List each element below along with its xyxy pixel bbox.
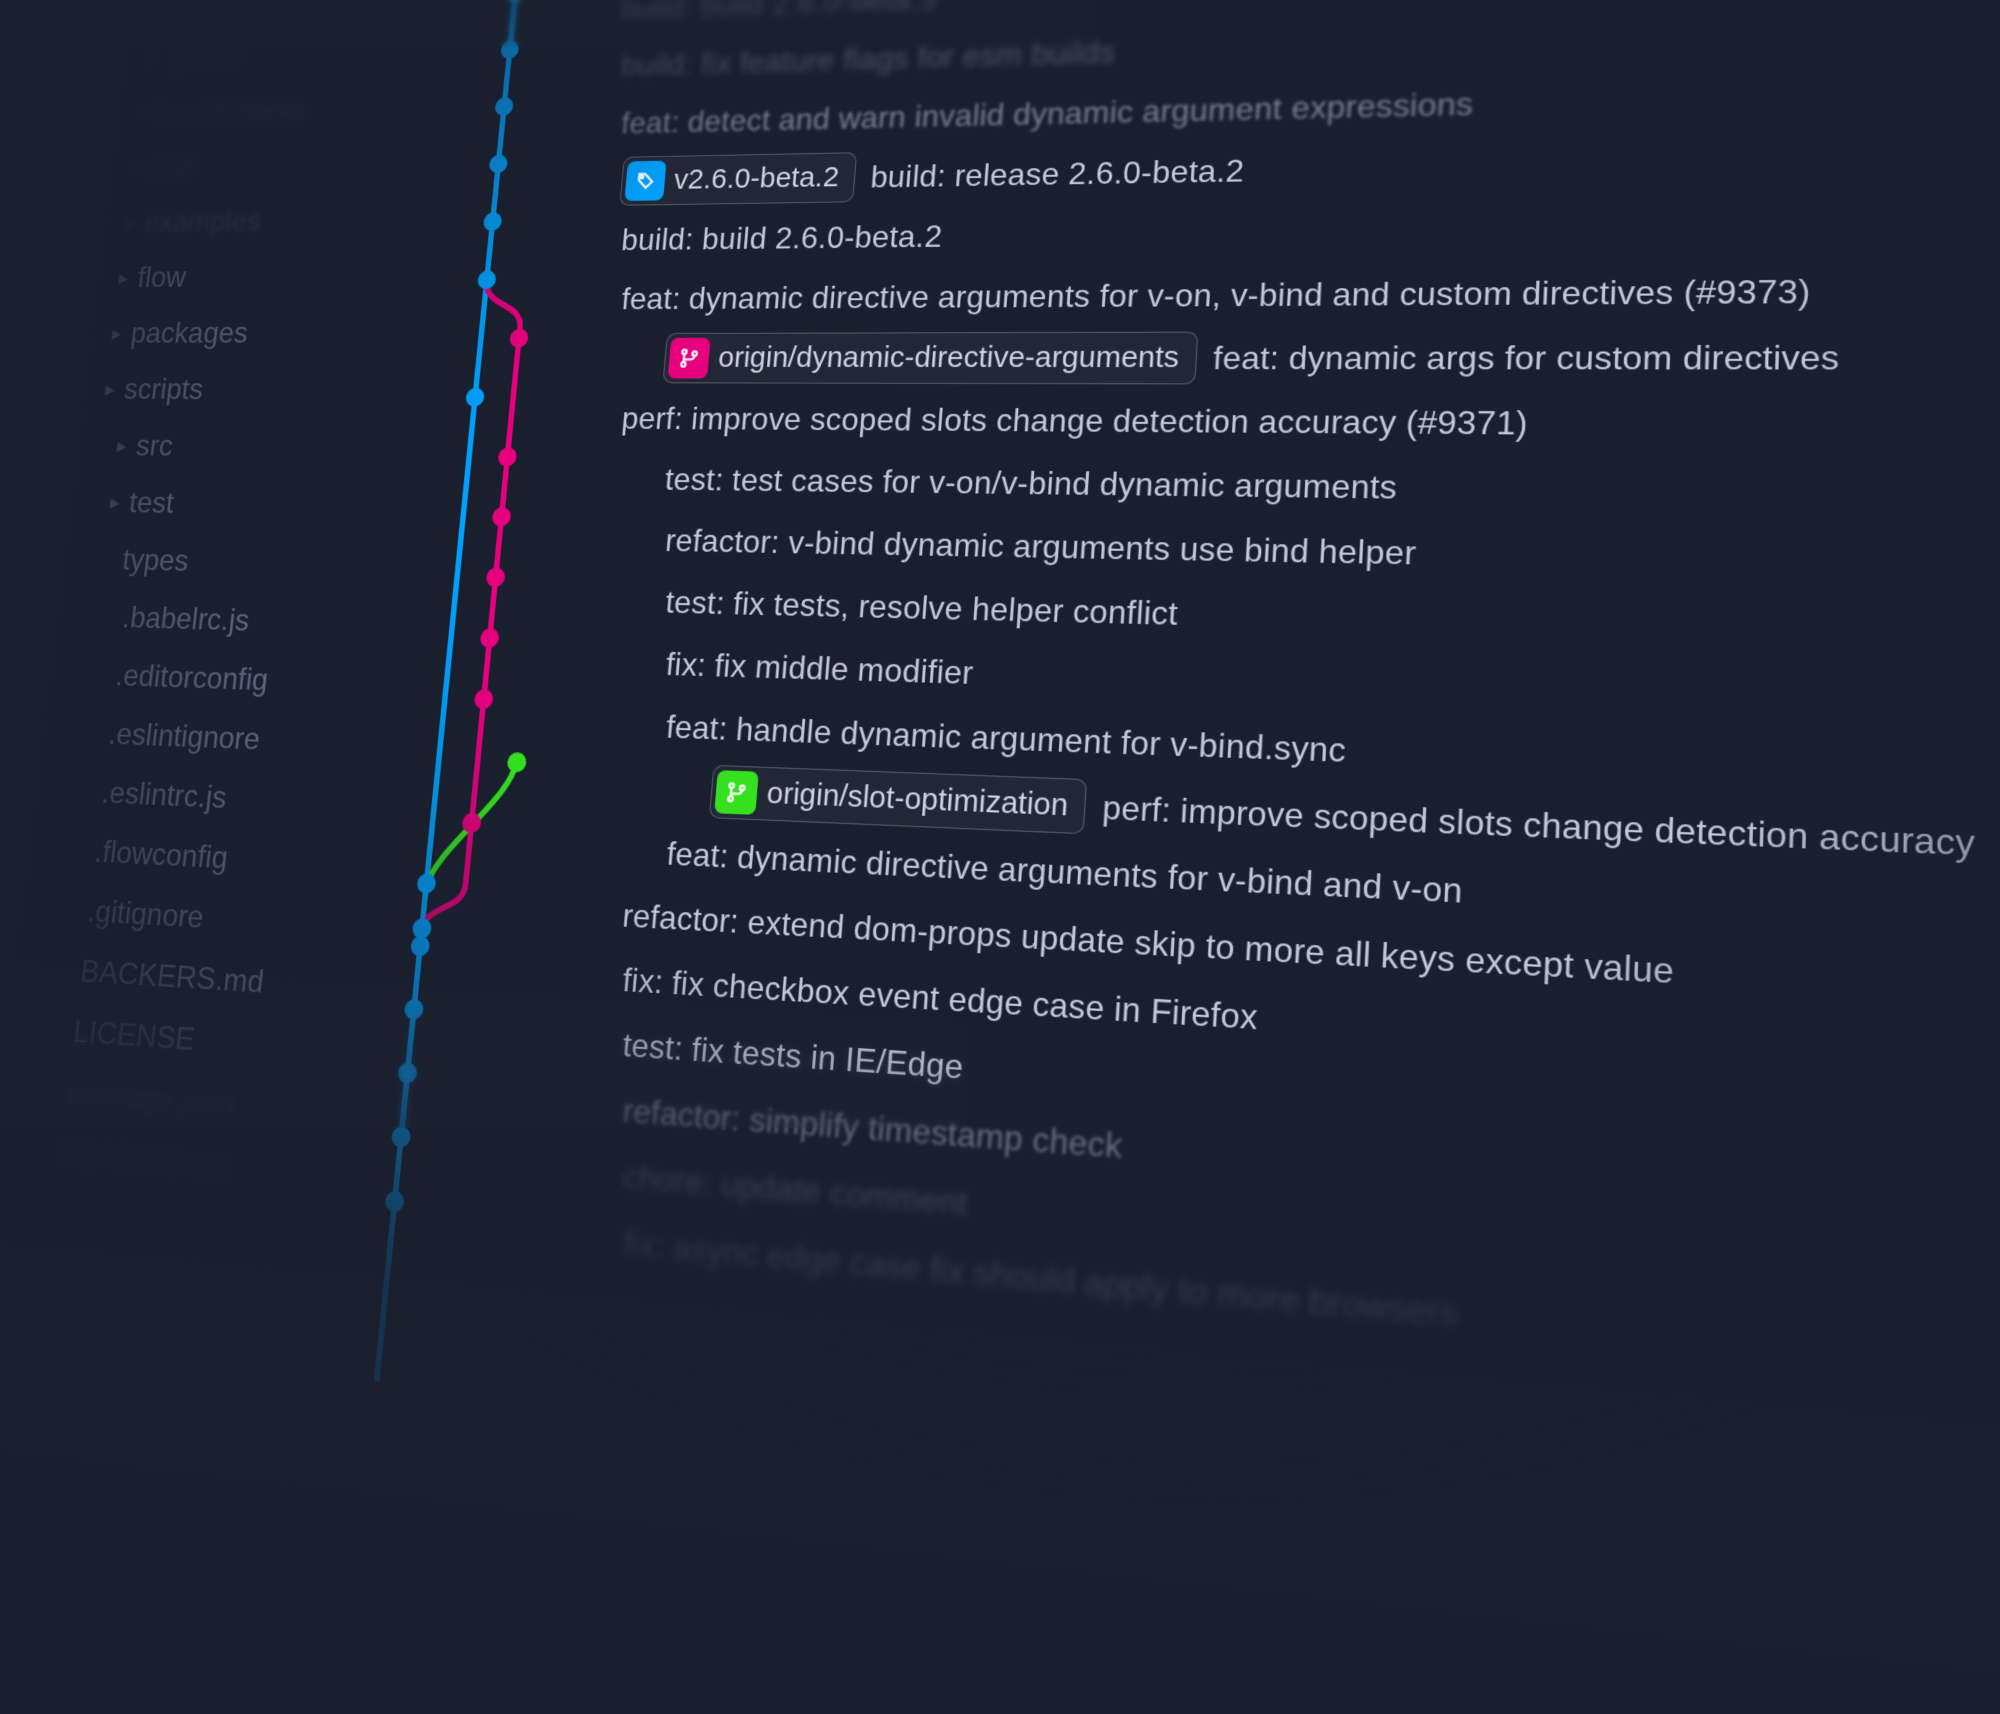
commit-message: feat: detect and warn invalid dynamic ar… [620, 85, 1474, 140]
chevron-right-icon: ▸ [143, 47, 157, 70]
file-tree-folder[interactable]: ▸src [74, 417, 410, 477]
tree-item-label: .babelrc.js [121, 600, 252, 639]
commit-row[interactable]: feat: dynamic directive arguments for v-… [591, 256, 2000, 328]
commit-message: test: fix tests, resolve helper conflict [664, 583, 1179, 632]
branch-badge[interactable]: origin/slot-optimization [709, 765, 1088, 834]
commit-message: feat: handle dynamic argument for v-bind… [665, 708, 1347, 770]
tree-item-label: .editorconfig [114, 658, 270, 698]
file-tree-folder[interactable]: ▸dist [108, 134, 440, 196]
chevron-right-icon: ▸ [136, 102, 150, 125]
commit-message: test: fix tests in IE/Edge [621, 1025, 965, 1087]
commit-message: fix: fix middle modifier [664, 645, 974, 691]
file-tree-file[interactable]: .babelrc.js [53, 587, 392, 654]
version-tag-badge[interactable]: v2.6.0-beta.2 [619, 152, 857, 206]
file-tree-folder[interactable]: ▸packages [87, 304, 421, 361]
tree-item-label: .eslintignore [107, 716, 262, 757]
tree-item-label: .gitignore [86, 893, 206, 936]
file-tree-folder[interactable]: ▸test [67, 473, 404, 535]
tree-item-label: .github [162, 40, 246, 75]
tree-item-label: scripts [122, 372, 205, 406]
chevron-right-icon: ▸ [116, 266, 131, 290]
tree-item-label: README.md [57, 1135, 231, 1186]
badge-label: v2.6.0-beta.2 [673, 161, 841, 196]
tree-item-label: flow [136, 260, 188, 294]
git-branch-icon [668, 338, 711, 379]
commit-message: refactor: v-bind dynamic arguments use b… [664, 522, 1417, 573]
tree-item-label: dist [149, 150, 195, 184]
tag-icon [624, 161, 666, 201]
tree-item-label: test [127, 485, 175, 520]
badge-label: origin/slot-optimization [765, 776, 1069, 824]
chevron-right-icon: ▸ [110, 321, 125, 345]
commit-message: test: test cases for v-on/v-bind dynamic… [664, 461, 1398, 507]
tree-item-label: examples [142, 204, 262, 239]
tree-item-label: benchmarks [156, 92, 307, 129]
file-tree-folder[interactable]: ▸flow [94, 247, 427, 306]
tree-item-label: BACKERS.md [79, 953, 266, 1001]
file-tree-folder[interactable]: ▸examples [101, 190, 433, 250]
chevron-right-icon: ▸ [130, 156, 144, 180]
tree-item-label: .flowconfig [93, 834, 230, 877]
tree-item-label: packages [129, 316, 250, 350]
commit-message: build: release 2.6.0-beta.2 [869, 152, 1245, 195]
file-tree-folder[interactable]: ▸.github [121, 22, 451, 86]
file-tree-folder[interactable]: ▸ benchmarks [114, 78, 445, 141]
tree-item-label: LICENSE [71, 1013, 196, 1058]
commit-message: build: build 2.6.0-beta.3 [620, 0, 938, 26]
badge-label: origin/dynamic-directive-arguments [717, 341, 1180, 375]
tree-item-label: .eslintrc.js [100, 774, 229, 815]
chevron-right-icon: ▸ [115, 433, 130, 457]
chevron-right-icon: ▸ [103, 377, 118, 401]
file-tree-folder[interactable]: ▸scripts [81, 361, 416, 419]
commit-message: build: build 2.6.0-beta.2 [620, 218, 944, 257]
file-tree-folder[interactable]: types [60, 530, 398, 595]
commit-row[interactable]: origin/dynamic-directive-arguments feat: … [586, 324, 2000, 392]
commit-message: feat: dynamic directive arguments for v-… [620, 272, 1811, 317]
chevron-right-icon: ▸ [108, 490, 123, 514]
commit-message: perf: improve scoped slots change detect… [620, 400, 1528, 442]
tree-item-label: package.json [64, 1074, 236, 1124]
editor-screen: ▸.github▸benchmarks▸dist▸examples▸flow▸p… [0, 0, 2000, 1433]
tree-item-label: types [121, 542, 191, 578]
chevron-right-icon: ▸ [123, 211, 138, 235]
git-log-pane: build: build 2.6.0-beta.3 build: fix feat… [321, 0, 2000, 1433]
branch-badge[interactable]: origin/dynamic-directive-arguments [662, 332, 1198, 385]
git-branch-icon [714, 770, 759, 815]
tree-item-label: src [134, 428, 174, 463]
commit-message: build: fix feature flags for esm builds [620, 34, 1117, 83]
commit-message: feat: dynamic args for custom directives [1212, 338, 1840, 378]
